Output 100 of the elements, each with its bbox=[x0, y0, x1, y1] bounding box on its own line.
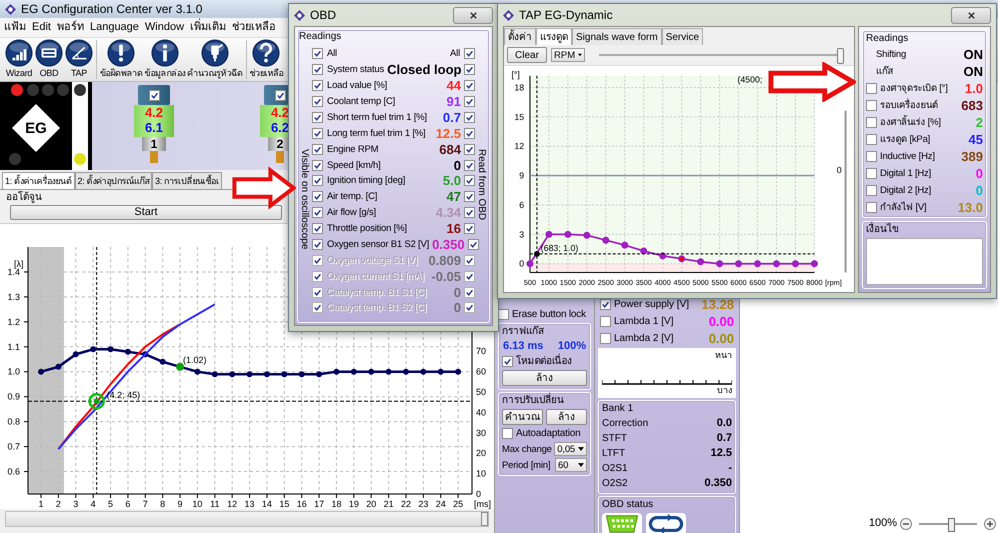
reading-label: Throttle position [%] bbox=[327, 222, 407, 236]
checkbox-label: All bbox=[450, 47, 460, 60]
calculate-button[interactable]: คำนวณ bbox=[502, 409, 543, 425]
menu-item[interactable]: เพิ่มเติม bbox=[190, 21, 226, 34]
tick-label: 1 bbox=[38, 499, 44, 509]
tick-label: 40 bbox=[476, 407, 486, 418]
clear-button[interactable]: ล้าง bbox=[546, 409, 587, 425]
dropdown[interactable]: RPM bbox=[551, 48, 585, 62]
status-value: ON bbox=[964, 48, 983, 60]
toolbar-button[interactable]: Wizard bbox=[4, 39, 34, 79]
tick-label: 0 bbox=[519, 258, 524, 269]
clear-button[interactable]: ล้าง bbox=[502, 370, 587, 386]
reading-value: 1.0 bbox=[964, 82, 983, 94]
checkbox-label: All bbox=[327, 47, 337, 60]
injector-value: 4.2 bbox=[144, 105, 164, 120]
injector-number: 1 bbox=[150, 137, 158, 151]
reading-label: กำลังไฟ [V] bbox=[880, 200, 928, 214]
percent-value: 100% bbox=[558, 340, 586, 353]
dropdown[interactable]: 60 bbox=[555, 458, 587, 472]
tick-label: 6 bbox=[519, 200, 524, 210]
time-value: 6.13 ms bbox=[503, 340, 544, 353]
reading-value: 389 bbox=[961, 150, 983, 162]
reading-value: 0 bbox=[976, 166, 983, 180]
tick-label: 19 bbox=[348, 499, 359, 509]
reading-value: 12.5 bbox=[436, 126, 461, 140]
slider-value: 0 bbox=[836, 165, 842, 176]
reading-label: Catalyst temp. B1 S2 [C] bbox=[327, 301, 426, 314]
tick-label: 12 bbox=[227, 499, 238, 509]
tick-label: 21 bbox=[384, 499, 394, 509]
reading-label: Catalyst temp. B1 S1 [C] bbox=[327, 286, 426, 299]
menu-item[interactable]: Window bbox=[144, 21, 184, 34]
tick-label: 1.3 bbox=[7, 292, 20, 302]
reading-label: Air flow [g/s] bbox=[327, 206, 376, 220]
reading-value: 0 bbox=[454, 301, 461, 314]
reading-label: องศาจุดระเบิด [°] bbox=[880, 82, 949, 94]
tick-label: 24 bbox=[436, 499, 446, 509]
checkbox-label: Erase button lock bbox=[512, 308, 586, 321]
tick-label: 16 bbox=[296, 499, 307, 509]
reading-label: Inductive [Hz] bbox=[880, 150, 936, 162]
toolbar-button[interactable]: คำนวณรูหัวฉีด bbox=[186, 39, 244, 79]
tick-label: 30 bbox=[476, 428, 486, 438]
tick-label: 0.9 bbox=[7, 392, 20, 402]
toolbar-button[interactable]: ข้อมูลกล่อง bbox=[144, 39, 186, 79]
group-title: Bank 1 bbox=[602, 402, 634, 415]
reading-label: Coolant temp [C] bbox=[327, 95, 396, 108]
tick-label: 20 bbox=[366, 499, 376, 509]
tick-label: 11 bbox=[210, 499, 220, 509]
status-label: Shifting bbox=[875, 48, 908, 60]
toolbar-button[interactable]: ข้อผิดพลาด bbox=[99, 39, 144, 79]
tick-label: 0.7 bbox=[7, 442, 20, 452]
reading-value: -0.05 bbox=[431, 270, 461, 283]
reading-value: 0 bbox=[454, 286, 461, 299]
tab[interactable]: Signals wave form bbox=[572, 28, 662, 45]
reading-label: แรงดูด [kPa] bbox=[880, 132, 932, 146]
menu-item[interactable]: แฟ้ม bbox=[4, 21, 26, 34]
toolbar-button[interactable]: OBD bbox=[34, 39, 64, 79]
reading-value: 0 bbox=[976, 184, 983, 196]
tab[interactable]: 1: ตั้งค่าเครื่องยนต์ bbox=[2, 172, 75, 189]
reading-label: องศาลิ้นเร่ง [%] bbox=[880, 116, 942, 128]
tab[interactable]: 3: การเปลี่ยนเชื้อเ bbox=[152, 172, 222, 189]
clear-button[interactable]: Clear bbox=[507, 47, 547, 63]
bank-label: O2S2 bbox=[602, 477, 628, 490]
checkbox-label: โหมดต่อเนื่อง bbox=[516, 355, 572, 368]
tick-label: 22 bbox=[400, 499, 411, 509]
reading-label: System status bbox=[327, 63, 384, 76]
tab[interactable]: 2: ตั้งค่าอุปกรณ์แก๊ส bbox=[74, 172, 152, 189]
zoom-value: 100% bbox=[868, 517, 897, 530]
reading-value: 16 bbox=[446, 222, 461, 236]
tab[interactable]: ตั้งค่า bbox=[504, 28, 536, 45]
group-title: Readings bbox=[866, 32, 910, 45]
column-caption: Read from OBD bbox=[476, 148, 488, 222]
checkbox-label: Autoadaptation bbox=[516, 427, 580, 440]
start-button[interactable]: Start bbox=[10, 205, 282, 220]
bank-value: 12.5 bbox=[710, 447, 732, 460]
signal-value: 0.00 bbox=[708, 315, 734, 328]
reading-value: 0.809 bbox=[428, 254, 461, 267]
annotation-label: (683; 1.0) bbox=[540, 243, 578, 253]
reading-value: 0.7 bbox=[442, 110, 461, 124]
menu-item[interactable]: ช่วยเหลือ bbox=[232, 21, 276, 34]
tick-label: 23 bbox=[418, 499, 428, 509]
reading-label: Air temp. [C] bbox=[327, 190, 378, 204]
menu-item[interactable]: พอร์ท bbox=[56, 21, 84, 34]
group-title: เงื่อนไข bbox=[866, 223, 983, 236]
toolbar-button[interactable]: TAP bbox=[64, 39, 94, 79]
tick-label: 25 bbox=[453, 499, 464, 509]
reading-label: Load value [%] bbox=[327, 79, 388, 92]
tab[interactable]: แรงดูด bbox=[536, 28, 572, 45]
tick-label: 14 bbox=[262, 499, 272, 509]
dropdown[interactable]: 0,05 bbox=[554, 442, 587, 456]
tick-label: 6 bbox=[125, 499, 130, 509]
menu-item[interactable]: Edit bbox=[32, 21, 51, 34]
reading-label: Digital 1 [Hz] bbox=[880, 166, 932, 180]
tab[interactable]: Service bbox=[662, 28, 704, 45]
reading-label: Oxygen current S1 [mA] bbox=[327, 270, 424, 283]
tick-label: 8 bbox=[160, 499, 166, 509]
tick-label: 20 bbox=[476, 448, 486, 458]
menu-item[interactable]: Language bbox=[90, 21, 139, 34]
reading-label: Short term fuel trim 1 [%] bbox=[327, 110, 427, 124]
reading-label: Oxygen voltage S1 [V] bbox=[327, 254, 418, 267]
toolbar-button[interactable]: ช่วยเหลือ bbox=[248, 39, 284, 79]
